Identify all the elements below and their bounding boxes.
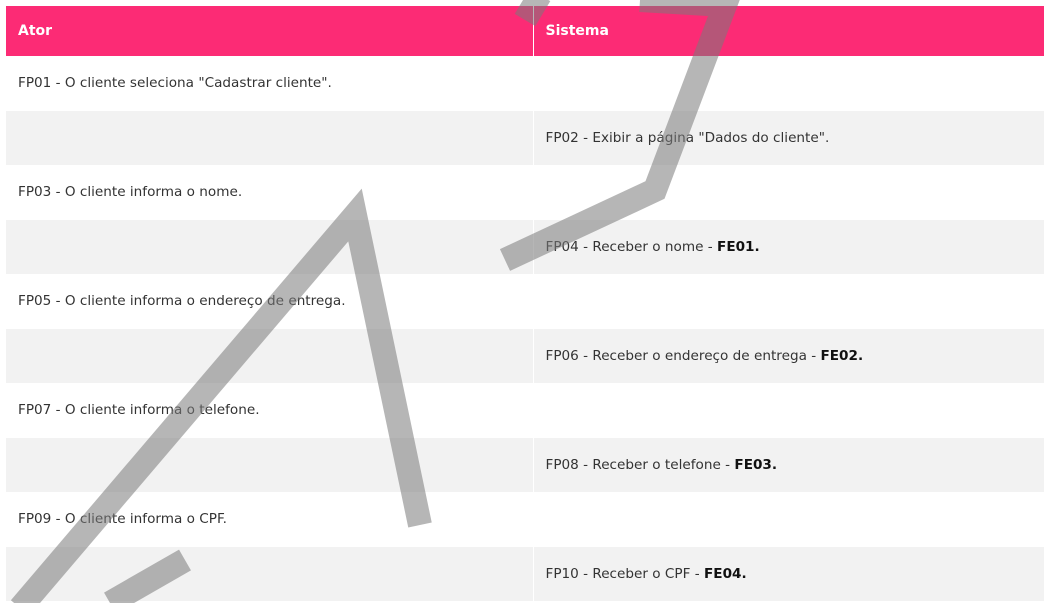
- cell-ator: FP07 - O cliente informa o telefone.: [6, 383, 534, 438]
- cell-sistema: FP02 - Exibir a página "Dados do cliente…: [533, 110, 1044, 165]
- cell-sistema: FP04 - Receber o nome - FE01.: [533, 219, 1044, 274]
- cell-ator: [6, 328, 534, 383]
- cell-sistema: FP10 - Receber o CPF - FE04.: [533, 546, 1044, 601]
- cell-ator: [6, 437, 534, 492]
- cell-sistema: FP08 - Receber o telefone - FE03.: [533, 437, 1044, 492]
- cell-sistema-ref: FE01.: [717, 238, 760, 255]
- cell-sistema-text: FP02 - Exibir a página "Dados do cliente…: [545, 129, 830, 146]
- table-row: FP10 - Receber o CPF - FE04.: [6, 546, 1044, 601]
- cell-sistema-text: FP04 - Receber o nome -: [545, 238, 718, 255]
- cell-ator: FP09 - O cliente informa o CPF.: [6, 492, 534, 547]
- table-row: FP03 - O cliente informa o nome.: [6, 165, 1044, 220]
- table-row: FP05 - O cliente informa o endereço de e…: [6, 274, 1044, 329]
- table-row: FP06 - Receber o endereço de entrega - F…: [6, 328, 1044, 383]
- table-row: FP07 - O cliente informa o telefone.: [6, 383, 1044, 438]
- table-row: FP04 - Receber o nome - FE01.: [6, 219, 1044, 274]
- cell-sistema-text: FP08 - Receber o telefone -: [545, 456, 735, 473]
- table-row: FP01 - O cliente seleciona "Cadastrar cl…: [6, 56, 1044, 111]
- cell-sistema: [533, 383, 1044, 438]
- cell-sistema: FP06 - Receber o endereço de entrega - F…: [533, 328, 1044, 383]
- table-row: FP02 - Exibir a página "Dados do cliente…: [6, 110, 1044, 165]
- cell-sistema: [533, 56, 1044, 111]
- cell-sistema-ref: FE03.: [734, 456, 778, 473]
- column-header-ator: Ator: [6, 6, 534, 56]
- cell-ator: FP01 - O cliente seleciona "Cadastrar cl…: [6, 56, 534, 111]
- cell-sistema: [533, 165, 1044, 220]
- cell-sistema: [533, 274, 1044, 329]
- use-case-flow-table: Ator Sistema FP01 - O cliente seleciona …: [6, 6, 1044, 601]
- cell-ator: FP03 - O cliente informa o nome.: [6, 165, 534, 220]
- column-header-sistema: Sistema: [533, 6, 1044, 56]
- cell-ator: [6, 546, 534, 601]
- cell-sistema: [533, 492, 1044, 547]
- use-case-table-container: Ator Sistema FP01 - O cliente seleciona …: [6, 6, 1044, 601]
- cell-ator: FP05 - O cliente informa o endereço de e…: [6, 274, 534, 329]
- table-row: FP08 - Receber o telefone - FE03.: [6, 437, 1044, 492]
- cell-ator: [6, 219, 534, 274]
- cell-sistema-text: FP10 - Receber o CPF -: [545, 565, 704, 582]
- cell-sistema-ref: FE02.: [820, 347, 864, 364]
- table-header-row: Ator Sistema: [6, 6, 1044, 56]
- cell-sistema-ref: FE04.: [704, 565, 747, 582]
- table-row: FP09 - O cliente informa o CPF.: [6, 492, 1044, 547]
- cell-sistema-text: FP06 - Receber o endereço de entrega -: [545, 347, 821, 364]
- cell-ator: [6, 110, 534, 165]
